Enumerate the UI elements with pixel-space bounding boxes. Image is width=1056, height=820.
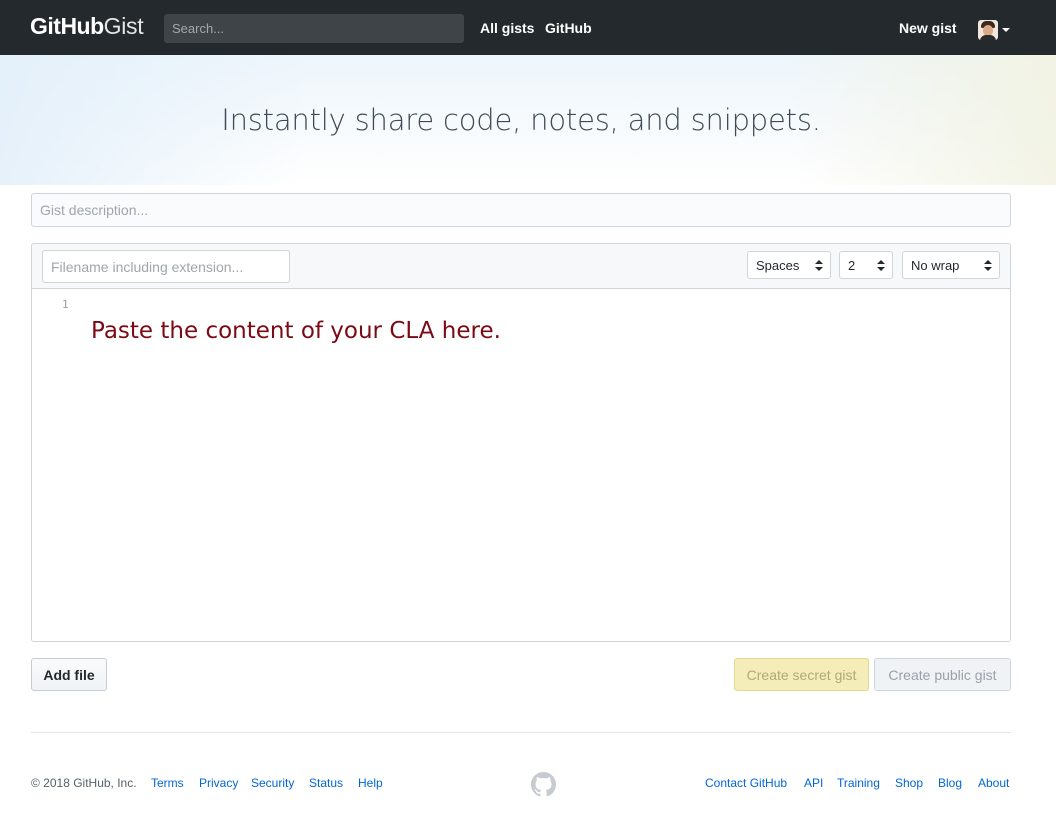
line-number: 1 <box>62 298 69 311</box>
footer-link-security[interactable]: Security <box>251 776 294 790</box>
footer-link-terms[interactable]: Terms <box>151 776 184 790</box>
hero-title: Instantly share code, notes, and snippet… <box>221 103 821 137</box>
footer-link-status[interactable]: Status <box>309 776 343 790</box>
site-header: GitHubGist All gists GitHub New gist <box>0 0 1056 55</box>
code-editor[interactable]: 1 Paste the content of your CLA here. <box>32 290 1010 641</box>
caret-down-icon <box>1002 28 1010 32</box>
footer-link-contact[interactable]: Contact GitHub <box>705 776 787 790</box>
user-menu[interactable] <box>978 19 1010 41</box>
footer-divider <box>31 732 1011 733</box>
footer-link-help[interactable]: Help <box>358 776 383 790</box>
filename-input[interactable] <box>42 250 290 283</box>
indent-mode-select[interactable]: Spaces <box>747 251 831 279</box>
wrap-mode-value: No wrap <box>911 257 960 273</box>
indent-mode-value: Spaces <box>756 257 800 273</box>
indent-size-value: 2 <box>848 257 856 273</box>
footer-copyright: © 2018 GitHub, Inc. <box>31 776 137 790</box>
new-gist-link[interactable]: New gist <box>899 20 957 36</box>
nav-github[interactable]: GitHub <box>545 20 592 36</box>
footer-link-api[interactable]: API <box>804 776 823 790</box>
footer-link-privacy[interactable]: Privacy <box>199 776 238 790</box>
github-gist-logo[interactable]: GitHub Gist <box>30 13 144 43</box>
create-public-gist-button[interactable]: Create public gist <box>874 658 1011 691</box>
select-arrows-icon <box>815 260 823 271</box>
avatar <box>978 20 998 40</box>
footer-link-training[interactable]: Training <box>837 776 880 790</box>
add-file-button[interactable]: Add file <box>31 658 107 691</box>
nav-all-gists[interactable]: All gists <box>480 20 534 36</box>
search-input[interactable] <box>164 14 464 43</box>
select-arrows-icon <box>984 260 992 271</box>
create-secret-gist-button[interactable]: Create secret gist <box>734 658 869 691</box>
footer-link-shop[interactable]: Shop <box>895 776 923 790</box>
logo-gist-text: Gist <box>103 13 144 39</box>
footer-link-about[interactable]: About <box>978 776 1009 790</box>
file-header: Spaces 2 No wrap <box>32 244 1010 289</box>
indent-size-select[interactable]: 2 <box>839 251 893 279</box>
select-arrows-icon <box>877 260 885 271</box>
logo-github-text: GitHub <box>30 13 104 39</box>
octocat-icon[interactable] <box>531 772 556 797</box>
file-editor-box: Spaces 2 No wrap 1 Paste the content of … <box>31 243 1011 642</box>
gist-description-input[interactable] <box>31 193 1011 227</box>
wrap-mode-select[interactable]: No wrap <box>902 251 1000 279</box>
editor-content: Paste the content of your CLA here. <box>91 318 501 344</box>
footer-link-blog[interactable]: Blog <box>938 776 962 790</box>
